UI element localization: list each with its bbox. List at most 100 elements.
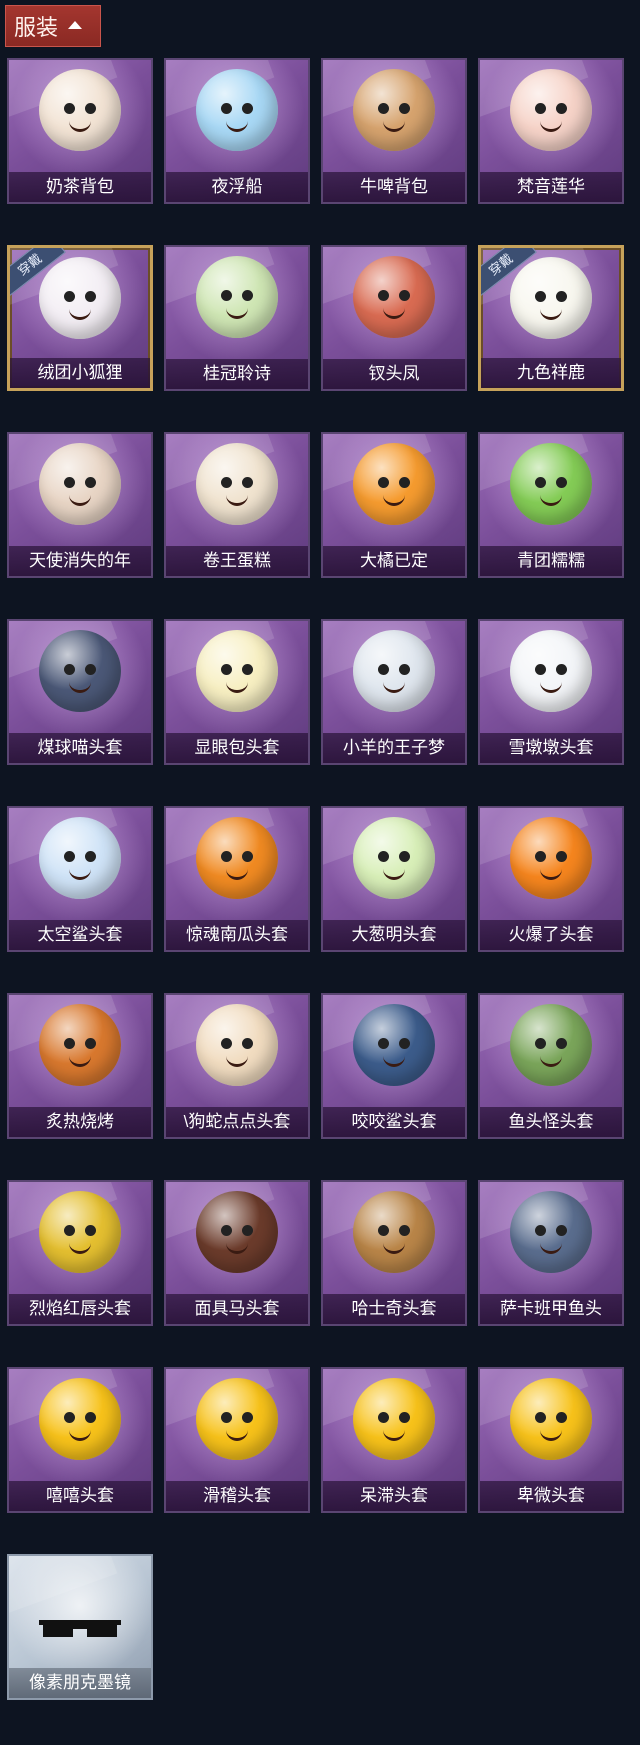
white-fox-icon <box>39 257 121 339</box>
humble-emoji-head-icon <box>510 1378 592 1460</box>
outfit-item-label: 大葱明头套 <box>323 920 465 950</box>
outfit-item-label: 炙热烧烤 <box>9 1107 151 1137</box>
dog-snake-head-icon <box>196 1004 278 1086</box>
outfit-item-card[interactable]: 显眼包头套 <box>164 619 310 765</box>
outfit-item-card[interactable]: 炙热烧烤 <box>7 993 153 1139</box>
outfit-item-card[interactable]: 奶茶背包 <box>7 58 153 204</box>
outfit-item-label: 惊魂南瓜头套 <box>166 920 308 950</box>
outfit-item-card[interactable]: 钗头凤 <box>321 245 467 391</box>
outfit-item-label: 卑微头套 <box>480 1481 622 1511</box>
outfit-item-card[interactable]: 咬咬鲨头套 <box>321 993 467 1139</box>
phoenix-hairpin-icon <box>353 256 435 338</box>
outfit-item-card[interactable]: 穿戴 绒团小狐狸 <box>7 245 153 391</box>
jellyfish-icon <box>196 69 278 151</box>
outfit-item-label: 煤球喵头套 <box>9 733 151 763</box>
outfit-item-card[interactable]: 萨卡班甲鱼头 <box>478 1180 624 1326</box>
outfit-item-label: 九色祥鹿 <box>481 358 621 388</box>
face-eyes <box>60 664 100 680</box>
face-eyes <box>374 1038 414 1054</box>
outfit-item-label: 咬咬鲨头套 <box>323 1107 465 1137</box>
outfit-item-card[interactable]: 穿戴 九色祥鹿 <box>478 245 624 391</box>
black-cat-head-icon <box>39 630 121 712</box>
fire-head-icon <box>510 817 592 899</box>
outfit-item-card[interactable]: 火爆了头套 <box>478 806 624 952</box>
outfit-item-card[interactable]: 牛啤背包 <box>321 58 467 204</box>
face-eyes <box>217 103 257 119</box>
face-mouth <box>540 495 562 507</box>
outfit-item-card[interactable]: 呆滞头套 <box>321 1367 467 1513</box>
face-eyes <box>217 1038 257 1054</box>
face-mouth <box>383 1430 405 1442</box>
outfit-item-label: 雪墩墩头套 <box>480 733 622 763</box>
outfit-item-card[interactable]: \狗蛇点点头套 <box>164 993 310 1139</box>
outfit-item-label: 哈士奇头套 <box>323 1294 465 1324</box>
outfit-item-card[interactable]: 鱼头怪头套 <box>478 993 624 1139</box>
outfit-item-card[interactable]: 哈士奇头套 <box>321 1180 467 1326</box>
outfit-item-label: 火爆了头套 <box>480 920 622 950</box>
biting-shark-head-icon <box>353 1004 435 1086</box>
face-mouth <box>383 308 405 320</box>
face-eyes <box>217 851 257 867</box>
orange-slice-icon <box>353 443 435 525</box>
bulb-head-icon <box>196 630 278 712</box>
outfit-item-label: 萨卡班甲鱼头 <box>480 1294 622 1324</box>
outfit-item-label: 太空鲨头套 <box>9 920 151 950</box>
outfit-item-card[interactable]: 太空鲨头套 <box>7 806 153 952</box>
face-mouth <box>226 1243 248 1255</box>
outfit-item-card[interactable]: 嘻嘻头套 <box>7 1367 153 1513</box>
outfit-item-card[interactable]: 烈焰红唇头套 <box>7 1180 153 1326</box>
face-eyes <box>60 1412 100 1428</box>
outfit-item-card[interactable]: 青团糯糯 <box>478 432 624 578</box>
outfit-item-card[interactable]: 面具马头套 <box>164 1180 310 1326</box>
outfit-item-card[interactable]: 大葱明头套 <box>321 806 467 952</box>
funny-emoji-head-icon <box>196 1378 278 1460</box>
space-shark-head-icon <box>39 817 121 899</box>
outfit-section-toggle[interactable]: 服装 <box>5 5 101 47</box>
outfit-item-card[interactable]: 大橘已定 <box>321 432 467 578</box>
outfit-item-card[interactable]: 惊魂南瓜头套 <box>164 806 310 952</box>
outfit-item-card[interactable]: 卑微头套 <box>478 1367 624 1513</box>
face-eyes <box>531 1225 571 1241</box>
face-mouth <box>540 1430 562 1442</box>
outfit-item-card[interactable]: 雪墩墩头套 <box>478 619 624 765</box>
dazed-emoji-head-icon <box>353 1378 435 1460</box>
outfit-item-card[interactable]: 天使消失的年 <box>7 432 153 578</box>
outfit-item-label: 钗头凤 <box>323 359 465 389</box>
face-eyes <box>531 291 571 307</box>
outfit-item-card[interactable]: 小羊的王子梦 <box>321 619 467 765</box>
outfit-item-label: 小羊的王子梦 <box>323 733 465 763</box>
outfit-item-card[interactable]: 像素朋克墨镜 <box>7 1554 153 1700</box>
outfit-item-label: 显眼包头套 <box>166 733 308 763</box>
face-eyes <box>217 1225 257 1241</box>
outfit-item-label: 像素朋克墨镜 <box>9 1668 151 1698</box>
face-mouth <box>69 121 91 133</box>
outfit-item-card[interactable]: 卷王蛋糕 <box>164 432 310 578</box>
face-eyes <box>217 477 257 493</box>
face-eyes <box>60 103 100 119</box>
face-eyes <box>531 477 571 493</box>
pumpkin-head-icon <box>196 817 278 899</box>
face-eyes <box>531 851 571 867</box>
face-mouth <box>69 869 91 881</box>
face-eyes <box>217 1412 257 1428</box>
outfit-item-label: 青团糯糯 <box>480 546 622 576</box>
face-eyes <box>60 291 100 307</box>
face-eyes <box>374 664 414 680</box>
face-mouth <box>383 869 405 881</box>
outfit-item-card[interactable]: 滑稽头套 <box>164 1367 310 1513</box>
outfit-item-card[interactable]: 夜浮船 <box>164 58 310 204</box>
outfit-item-card[interactable]: 桂冠聆诗 <box>164 245 310 391</box>
outfit-item-card[interactable]: 煤球喵头套 <box>7 619 153 765</box>
grin-emoji-head-icon <box>39 1378 121 1460</box>
face-mouth <box>540 121 562 133</box>
outfit-item-label: 呆滞头套 <box>323 1481 465 1511</box>
face-eyes <box>60 477 100 493</box>
face-eyes <box>60 1225 100 1241</box>
outfit-item-card[interactable]: 梵音莲华 <box>478 58 624 204</box>
outfit-item-label: 绒团小狐狸 <box>10 358 150 388</box>
face-eyes <box>60 1038 100 1054</box>
scallion-head-icon <box>353 817 435 899</box>
face-mouth <box>226 1056 248 1068</box>
face-mouth <box>383 1056 405 1068</box>
face-eyes <box>374 103 414 119</box>
